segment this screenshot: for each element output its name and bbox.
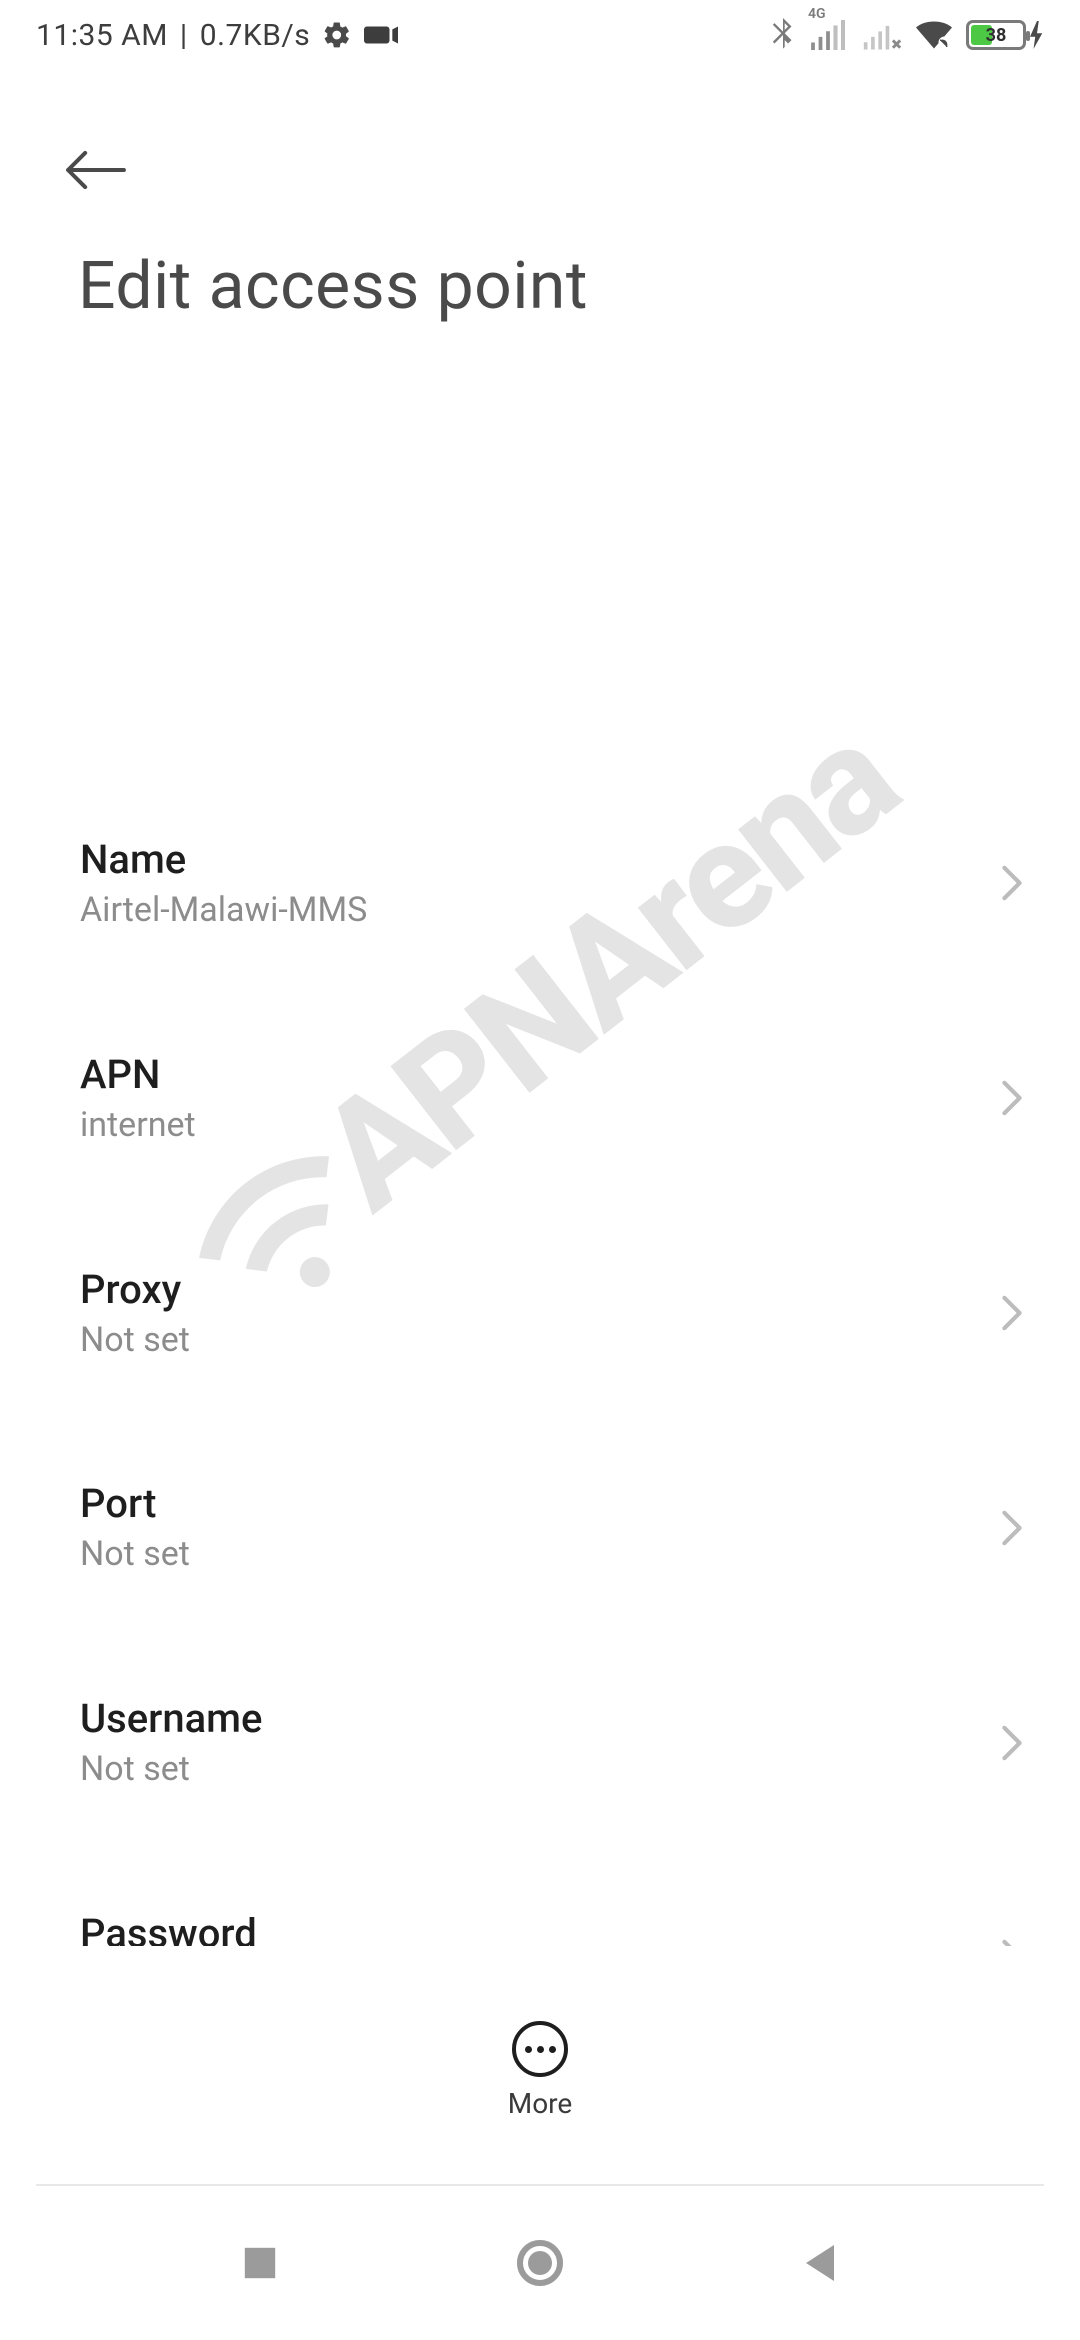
row-value: Not set: [80, 1534, 970, 1575]
page-title: Edit access point: [78, 248, 588, 325]
signal-net-type: 4G: [808, 6, 826, 22]
row-value: internet: [80, 1105, 970, 1146]
chevron-right-icon: [1000, 1509, 1024, 1547]
row-value: Airtel-Malawi-MMS: [80, 890, 970, 931]
charging-icon: [1030, 21, 1044, 49]
navigation-bar: [0, 2186, 1080, 2340]
row-label: Port: [80, 1480, 970, 1528]
arrow-left-icon: [65, 148, 127, 192]
status-time: 11:35 AM: [36, 18, 168, 53]
battery-percentage: 38: [969, 25, 1023, 46]
status-bar: 11:35 AM | 0.7KB/s 4G 38: [0, 0, 1080, 70]
row-value: Not set: [80, 1749, 970, 1790]
triangle-left-icon: [802, 2243, 838, 2283]
status-separator: |: [180, 18, 188, 53]
circle-icon: [516, 2239, 564, 2287]
status-net-speed: 0.7KB/s: [200, 18, 311, 53]
nav-home-button[interactable]: [500, 2223, 580, 2303]
apn-row-proxy[interactable]: Proxy Not set: [0, 1234, 1080, 1393]
chevron-right-icon: [1000, 1294, 1024, 1332]
camera-icon: [364, 23, 398, 47]
apn-row-port[interactable]: Port Not set: [0, 1448, 1080, 1607]
row-label: APN: [80, 1051, 970, 1099]
chevron-right-icon: [1000, 1938, 1024, 1946]
chevron-right-icon: [1000, 864, 1024, 902]
nav-recent-button[interactable]: [220, 2223, 300, 2303]
chevron-right-icon: [1000, 1079, 1024, 1117]
signal-nosim-icon: [862, 20, 902, 50]
row-value: Not set: [80, 1320, 970, 1361]
more-button[interactable]: More: [0, 2021, 1080, 2120]
apn-row-name[interactable]: Name Airtel-Malawi-MMS: [0, 804, 1080, 963]
apn-row-username[interactable]: Username Not set: [0, 1663, 1080, 1822]
row-label: Username: [80, 1695, 970, 1743]
status-right: 4G 38: [772, 18, 1044, 52]
gear-icon: [322, 20, 352, 50]
more-label: More: [508, 2087, 573, 2120]
row-label: Proxy: [80, 1266, 970, 1314]
nav-back-button[interactable]: [780, 2223, 860, 2303]
back-button[interactable]: [56, 130, 136, 210]
bluetooth-icon: [772, 18, 794, 52]
more-icon: [512, 2021, 568, 2077]
wifi-icon: [916, 20, 952, 50]
battery-indicator: 38: [966, 20, 1044, 50]
row-label: Password: [80, 1910, 970, 1946]
square-icon: [241, 2244, 279, 2282]
status-left: 11:35 AM | 0.7KB/s: [36, 18, 398, 53]
apn-row-apn[interactable]: APN internet: [0, 1019, 1080, 1178]
chevron-right-icon: [1000, 1724, 1024, 1762]
settings-list: Name Airtel-Malawi-MMS APN internet Prox…: [0, 402, 1080, 1946]
apn-row-password[interactable]: Password Not set: [0, 1878, 1080, 1946]
row-label: Name: [80, 836, 970, 884]
signal-4g-icon: 4G: [808, 20, 848, 50]
